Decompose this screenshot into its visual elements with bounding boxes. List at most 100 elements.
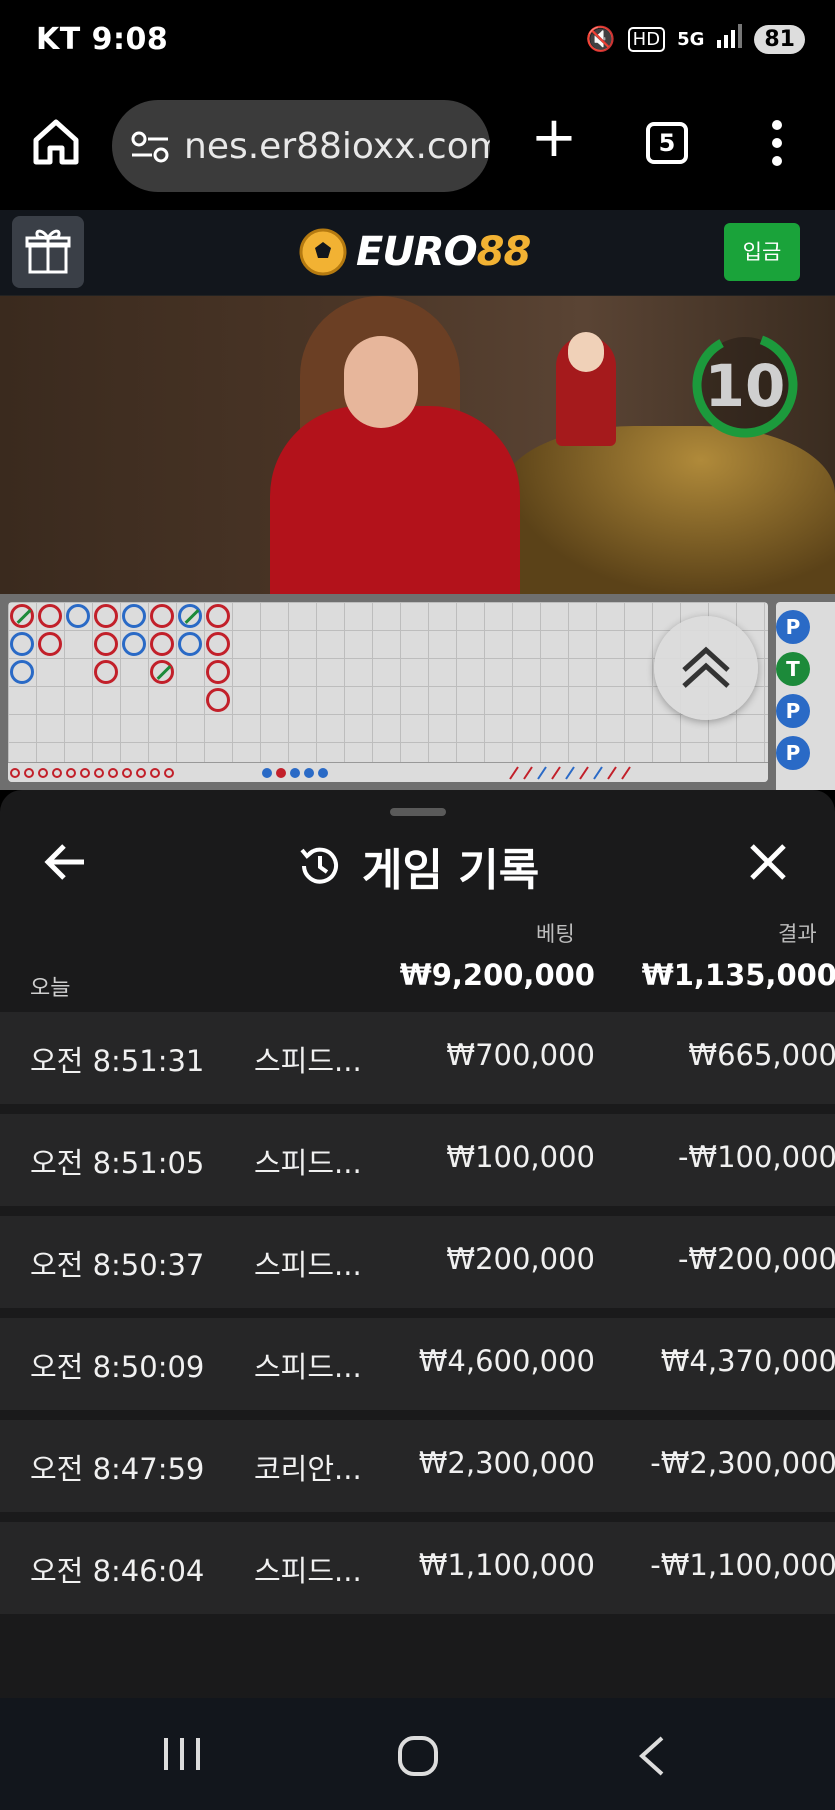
road-bead	[66, 604, 90, 628]
tab-switcher-button[interactable]: 5	[646, 122, 688, 164]
row-bet: ₩1,100,000	[418, 1548, 595, 1582]
soccer-ball-icon	[299, 228, 347, 276]
network-icon: 5G	[677, 28, 705, 50]
mute-icon: 🔇	[585, 25, 616, 53]
row-result: -₩2,300,000	[650, 1446, 835, 1480]
mini-bead	[80, 768, 90, 778]
home-icon	[33, 119, 79, 165]
row-game: 스피드...	[254, 1554, 362, 1588]
address-bar[interactable]: nes.er88ioxx.com	[112, 100, 490, 192]
row-time: 오전 8:47:59	[30, 1452, 205, 1486]
recent-apps-icon	[164, 1738, 200, 1770]
mini-bead	[10, 768, 20, 778]
scroll-up-button[interactable]	[654, 616, 758, 720]
mini-bead	[290, 768, 300, 778]
status-icons: 🔇 HD 5G 81	[586, 24, 805, 54]
home-nav-button[interactable]	[396, 1734, 440, 1782]
row-bet: ₩4,600,000	[418, 1344, 595, 1378]
mini-bead	[304, 768, 314, 778]
row-time: 오전 8:50:37	[30, 1248, 205, 1282]
live-dealer-video[interactable]: 10	[0, 296, 835, 594]
more-menu-button[interactable]	[762, 116, 794, 172]
countdown-timer: 10	[704, 352, 786, 420]
summary-total-result: ₩1,135,000	[641, 958, 835, 992]
signal-icon	[716, 24, 743, 54]
history-icon	[300, 847, 338, 884]
sheet-drag-handle[interactable]	[390, 808, 446, 816]
row-result: ₩4,370,000	[660, 1344, 835, 1378]
carrier-time: KT 9:08	[36, 22, 169, 57]
road-bead	[94, 632, 118, 656]
new-tab-button[interactable]: +	[530, 110, 578, 166]
road-bead	[10, 604, 34, 628]
row-bet: ₩2,300,000	[418, 1446, 595, 1480]
mini-bead	[318, 768, 328, 778]
bead-chip-player: P	[776, 694, 810, 728]
mini-bead	[262, 768, 272, 778]
dealer	[270, 406, 520, 594]
history-row[interactable]: 오전 8:47:59 코리안... ₩2,300,000 -₩2,300,000	[0, 1420, 835, 1512]
game-history-sheet: 게임 기록 베팅 결과 오늘 ₩9,200,000 ₩1,135,000 오전 …	[0, 790, 835, 1698]
row-result: -₩1,100,000	[650, 1548, 835, 1582]
url-text: nes.er88ioxx.com	[184, 126, 490, 167]
road-bead	[178, 632, 202, 656]
home-button[interactable]	[30, 116, 82, 168]
arrow-left-icon	[44, 844, 84, 880]
road-bead	[150, 632, 174, 656]
derived-roads	[8, 762, 768, 782]
row-time: 오전 8:51:31	[30, 1044, 205, 1078]
mini-bead	[108, 768, 118, 778]
road-bead	[150, 604, 174, 628]
mini-bead	[164, 768, 174, 778]
row-game: 코리안...	[254, 1452, 362, 1486]
mini-bead	[66, 768, 76, 778]
chevron-left-icon	[639, 1736, 664, 1776]
gift-icon	[25, 229, 71, 274]
recent-apps-button[interactable]	[160, 1734, 204, 1778]
road-bead	[122, 604, 146, 628]
menu-dot-icon	[772, 120, 782, 130]
column-header-result: 결과	[778, 922, 817, 946]
row-game: 스피드...	[254, 1350, 362, 1384]
row-game: 스피드...	[254, 1146, 362, 1180]
double-chevron-up-icon	[682, 646, 730, 688]
background-dealer-head	[568, 332, 604, 372]
euro88-logo[interactable]: EURO88	[298, 224, 532, 280]
row-game: 스피드...	[254, 1044, 362, 1078]
scoreboard-roadmap: P T P P	[0, 594, 835, 790]
site-header: EURO88 입금	[0, 210, 835, 296]
back-nav-button[interactable]	[636, 1734, 668, 1782]
gift-button[interactable]	[12, 216, 84, 288]
history-row[interactable]: 오전 8:50:09 스피드... ₩4,600,000 ₩4,370,000	[0, 1318, 835, 1410]
home-circle-icon	[398, 1736, 438, 1776]
row-time: 오전 8:46:04	[30, 1554, 205, 1588]
hd-icon: HD	[627, 26, 666, 52]
road-bead	[38, 632, 62, 656]
site-settings-icon[interactable]	[130, 130, 170, 164]
column-header-bet: 베팅	[536, 922, 575, 946]
mini-bead	[150, 768, 160, 778]
history-row[interactable]: 오전 8:50:37 스피드... ₩200,000 -₩200,000	[0, 1216, 835, 1308]
close-button[interactable]	[744, 838, 792, 886]
bead-chip-player: P	[776, 610, 810, 644]
road-bead	[94, 660, 118, 684]
sheet-title-text: 게임 기록	[362, 845, 540, 896]
mini-bead	[136, 768, 146, 778]
row-result: -₩200,000	[677, 1242, 835, 1276]
summary-label-today: 오늘	[30, 976, 71, 1001]
bead-road-column: P T P P	[776, 602, 835, 790]
history-row[interactable]: 오전 8:51:05 스피드... ₩100,000 -₩100,000	[0, 1114, 835, 1206]
back-button[interactable]	[44, 840, 88, 884]
summary-total-bet: ₩9,200,000	[399, 958, 595, 992]
row-result: -₩100,000	[677, 1140, 835, 1174]
row-time: 오전 8:50:09	[30, 1350, 205, 1384]
mini-bead	[38, 768, 48, 778]
row-result: ₩665,000	[688, 1038, 835, 1072]
history-row[interactable]: 오전 8:51:31 스피드... ₩700,000 ₩665,000	[0, 1012, 835, 1104]
deposit-button[interactable]: 입금	[724, 223, 800, 281]
cockroach-road	[509, 766, 631, 780]
logo-text-88: 88	[476, 229, 532, 275]
history-row[interactable]: 오전 8:46:04 스피드... ₩1,100,000 -₩1,100,000	[0, 1522, 835, 1614]
bead-chip-player: P	[776, 736, 810, 770]
row-bet: ₩100,000	[446, 1140, 595, 1174]
